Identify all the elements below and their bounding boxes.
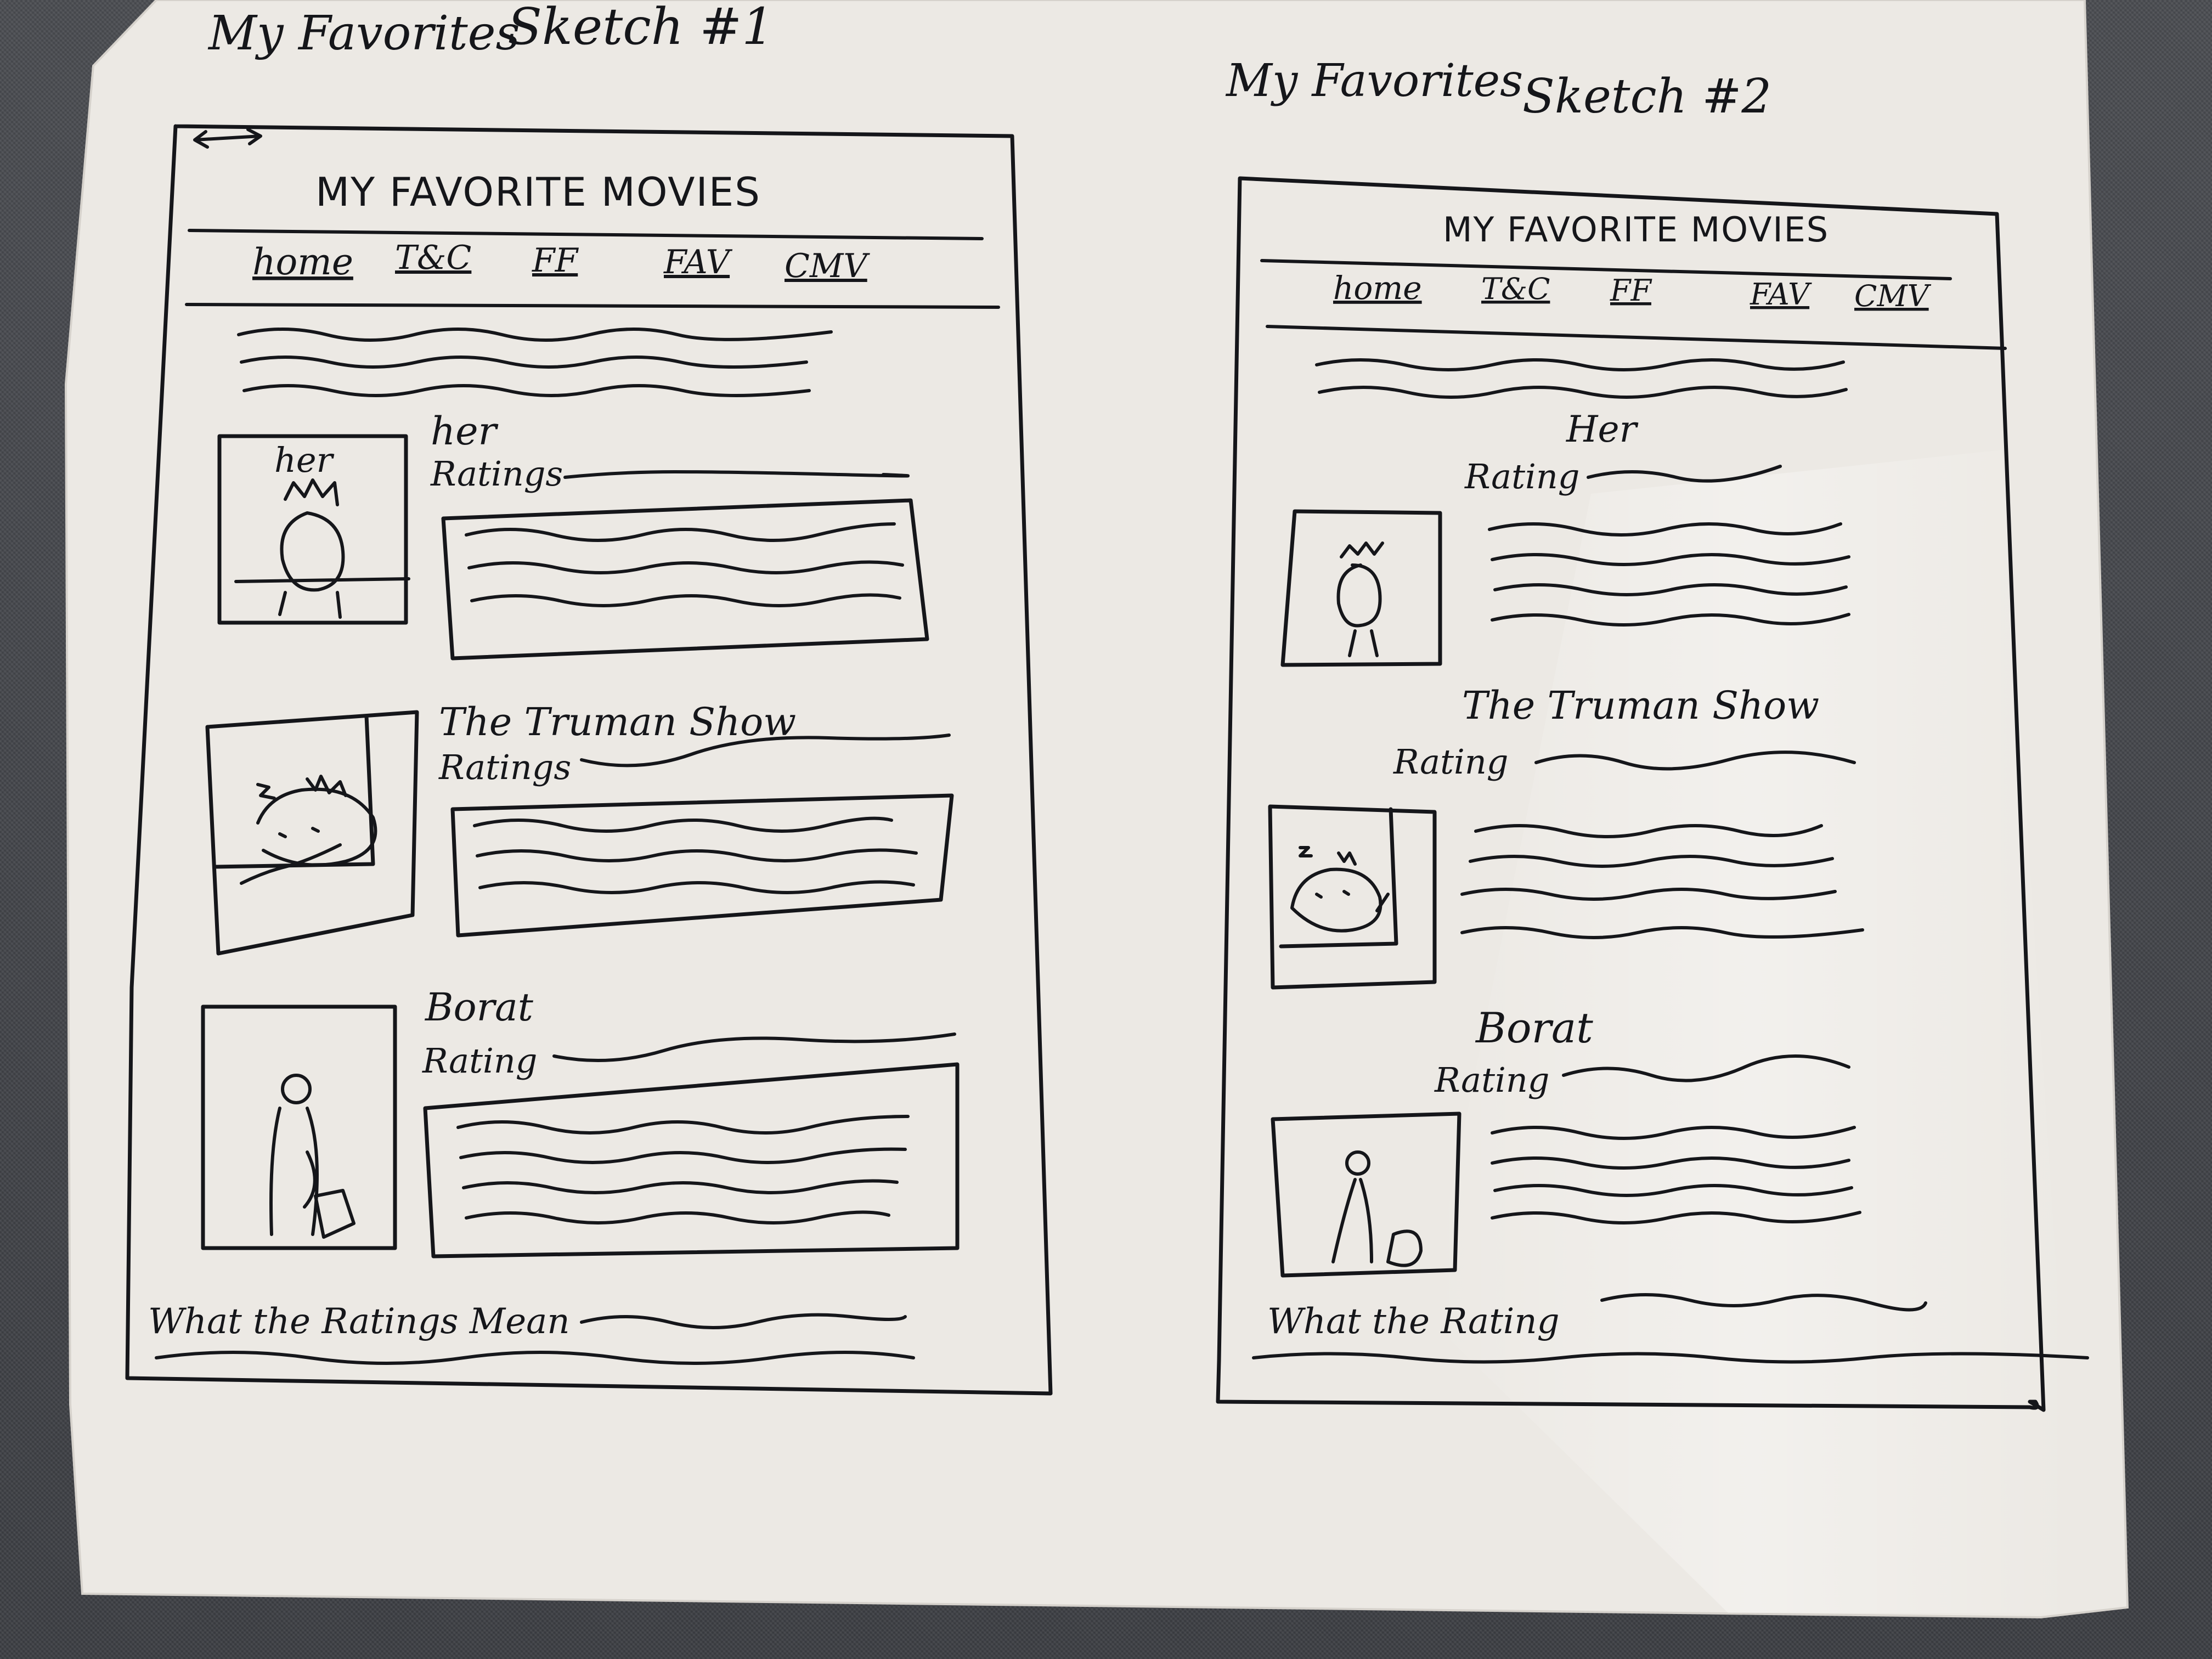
sketch1-label: Sketch #1 — [507, 0, 774, 56]
sketch1-nav-fav[interactable]: FAV — [663, 243, 733, 281]
sketch1-nav-cmv[interactable]: CMV — [785, 247, 870, 285]
movie1-poster-text: her — [274, 440, 335, 480]
sketch2-heading: My Favorites — [1225, 55, 1523, 107]
movie3-rating-label: Rating — [422, 1041, 537, 1081]
movie1-rating-label: Ratings — [430, 454, 563, 494]
movie1-title: her — [431, 409, 499, 454]
sketch1-nav-home[interactable]: home — [252, 241, 353, 283]
sketch2-movie2-rating-label: Rating — [1393, 742, 1508, 782]
sketch1-heading: My Favorites — [207, 6, 520, 61]
sketch2-footer: What the Rating — [1267, 1301, 1560, 1342]
sketch2-movie1-rating-label: Rating — [1464, 456, 1579, 496]
movie3-title: Borat — [424, 985, 534, 1030]
sketch2-nav-ff[interactable]: FF — [1610, 273, 1652, 308]
sketch2-movie2-title: The Truman Show — [1462, 683, 1819, 728]
movie2-title: The Truman Show — [439, 699, 796, 744]
sketch2-nav-home[interactable]: home — [1333, 269, 1422, 307]
sketch2-nav-tc[interactable]: T&C — [1481, 272, 1550, 306]
sketch1-footer: What the Ratings Mean — [148, 1301, 570, 1342]
sketch1-nav-ff[interactable]: FF — [532, 241, 579, 280]
movie2-rating-label: Ratings — [438, 747, 571, 787]
sketch2-movie3-title: Borat — [1475, 1003, 1593, 1052]
sketch1-nav-tc[interactable]: T&C — [395, 239, 471, 277]
sketch-sheet: My Favorites Sketch #1 MY FAVORITE MOVIE… — [64, 0, 2129, 1619]
sketch2-movie1-title: Her — [1566, 408, 1639, 450]
sketch2-movie3-rating-label: Rating — [1434, 1060, 1549, 1100]
sketch2-nav-fav[interactable]: FAV — [1750, 277, 1812, 312]
sketch2-label: Sketch #2 — [1522, 69, 1771, 124]
sketch2-nav-cmv[interactable]: CMV — [1854, 279, 1932, 313]
sketch2-page-title: MY FAVORITE MOVIES — [1443, 210, 1829, 250]
sketch1-page-title: MY FAVORITE MOVIES — [315, 169, 761, 215]
